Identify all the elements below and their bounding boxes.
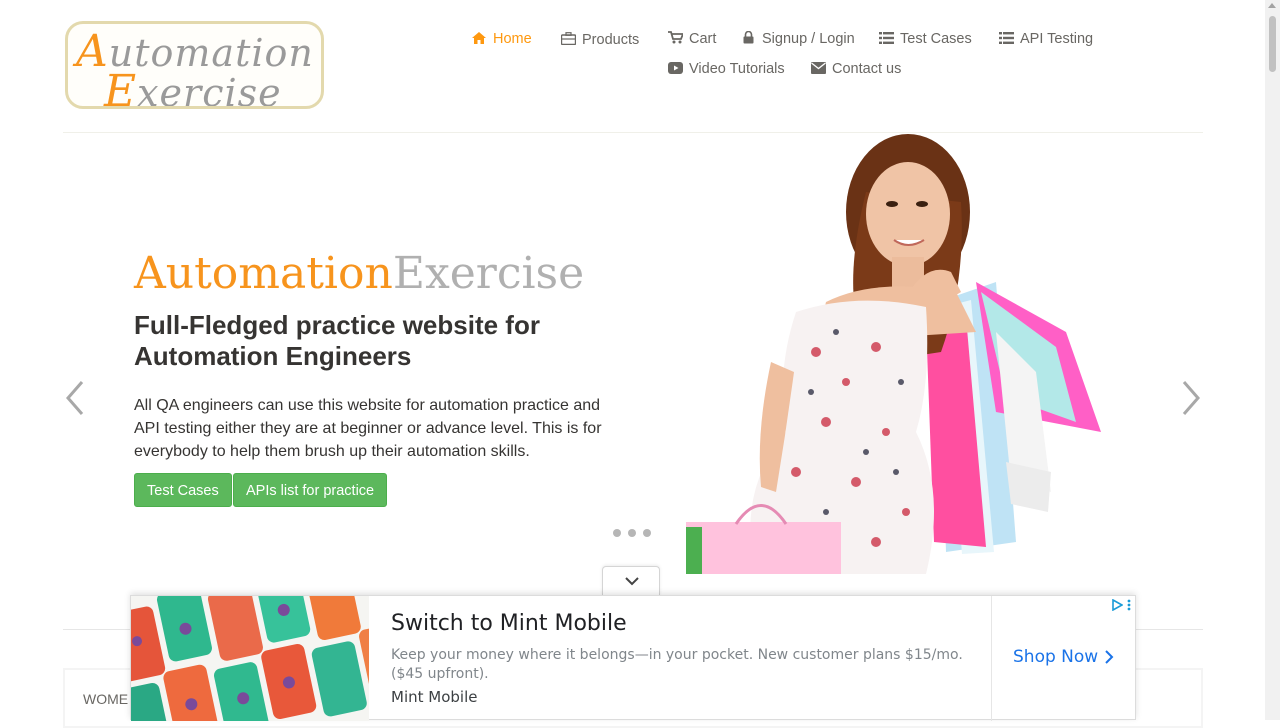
ad-title[interactable]: Switch to Mint Mobile (391, 611, 627, 636)
nav-test-cases[interactable]: Test Cases (878, 31, 972, 47)
nav-signup-login-label: Signup / Login (762, 31, 855, 47)
nav-cart[interactable]: Cart (667, 31, 716, 47)
category-women[interactable]: WOME (83, 691, 128, 707)
ad-divider (991, 596, 992, 721)
ad-brand[interactable]: Mint Mobile (391, 688, 477, 706)
ad-cta-label: Shop Now (1013, 647, 1099, 667)
briefcase-icon (560, 32, 576, 48)
logo-text-exercise: xercise (137, 71, 282, 109)
logo-line-2: Exercise (104, 70, 282, 109)
hero-title-automation: Automation (134, 248, 393, 299)
scrollbar-thumb[interactable] (1269, 16, 1276, 72)
chevron-right-icon (1105, 650, 1114, 664)
ad-choices[interactable] (1111, 599, 1131, 611)
nav-products-label: Products (582, 32, 640, 48)
ad-banner[interactable]: Switch to Mint Mobile Keep your money wh… (130, 595, 1136, 721)
ad-image[interactable] (131, 596, 369, 721)
carousel-dot-2[interactable] (628, 529, 636, 537)
logo-cap-e: E (104, 66, 138, 109)
carousel-dot-3[interactable] (643, 529, 651, 537)
nav-api-testing[interactable]: API Testing (998, 31, 1093, 47)
hero-title: AutomationExercise (134, 248, 585, 299)
hero-model-image (686, 134, 1101, 574)
hero-title-exercise: Exercise (392, 248, 585, 299)
hero-subtitle: Full-Fledged practice website for Automa… (134, 310, 540, 371)
nav-cart-label: Cart (689, 31, 717, 47)
nav-home-label: Home (493, 31, 532, 47)
nav-home[interactable]: Home (471, 31, 532, 47)
carousel-next-arrow[interactable] (1178, 378, 1204, 418)
list-icon (998, 31, 1014, 47)
nav-test-cases-label: Test Cases (900, 31, 972, 47)
scroll-up-arrow-icon[interactable] (1268, 3, 1276, 8)
nav-video-tutorials[interactable]: Video Tutorials (667, 61, 785, 77)
list-icon (878, 31, 894, 47)
nav-products[interactable]: Products (560, 32, 639, 48)
home-icon (471, 31, 487, 47)
test-cases-button[interactable]: Test Cases (134, 473, 232, 507)
nav-api-testing-label: API Testing (1020, 31, 1094, 47)
carousel-prev-arrow[interactable] (62, 378, 88, 418)
ad-collapse-toggle[interactable] (602, 566, 660, 596)
chevron-down-icon (625, 577, 639, 586)
adchoices-icon[interactable] (1111, 599, 1123, 611)
envelope-icon (810, 61, 826, 77)
carousel-indicators[interactable] (613, 529, 651, 537)
page-scrollbar[interactable] (1265, 0, 1280, 720)
nav-video-tutorials-label: Video Tutorials (689, 61, 785, 77)
nav-contact-us-label: Contact us (832, 61, 902, 77)
cart-icon (667, 31, 684, 47)
ad-description[interactable]: Keep your money where it belongs—in your… (391, 646, 971, 684)
more-options-icon[interactable] (1127, 599, 1131, 611)
youtube-icon (667, 61, 683, 77)
apis-list-button[interactable]: APIs list for practice (233, 473, 388, 507)
carousel-dot-1[interactable] (613, 529, 621, 537)
lock-icon (740, 30, 756, 47)
site-logo[interactable]: Automation Exercise (65, 21, 324, 109)
nav-signup-login[interactable]: Signup / Login (740, 30, 855, 47)
ad-shop-now-button[interactable]: Shop Now (1013, 647, 1114, 667)
nav-contact-us[interactable]: Contact us (810, 61, 901, 77)
logo-text-automation: utomation (108, 31, 314, 75)
hero-description: All QA engineers can use this website fo… (134, 397, 602, 460)
